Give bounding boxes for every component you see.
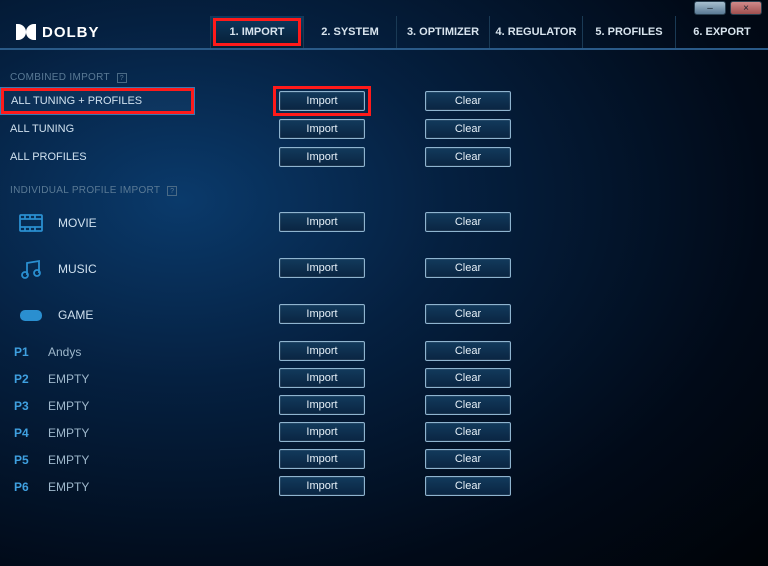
tab-optimizer[interactable]: 3. OPTIMIZER (396, 16, 489, 48)
header: DOLBY 1. IMPORT 2. SYSTEM 3. OPTIMIZER 4… (0, 16, 768, 50)
sidebar-item-label: MUSIC (58, 262, 97, 276)
sidebar-header-individual: INDIVIDUAL PROFILE IMPORT ? (0, 185, 195, 200)
clear-button[interactable]: Clear (425, 341, 511, 361)
sidebar-item-label: ALL TUNING + PROFILES (11, 95, 142, 107)
brand-text: DOLBY (42, 24, 100, 41)
row-p4: Import Clear (279, 418, 768, 445)
clear-button[interactable]: Clear (425, 147, 511, 167)
row-p2: Import Clear (279, 364, 768, 391)
sidebar-item-all-tuning[interactable]: ALL TUNING (0, 115, 195, 143)
profile-label: Andys (48, 345, 81, 359)
game-icon (18, 304, 44, 326)
row-music: Import Clear (279, 245, 768, 291)
clear-button[interactable]: Clear (425, 395, 511, 415)
sidebar-item-label: ALL PROFILES (10, 151, 87, 163)
title-bar: – × (0, 0, 768, 16)
tab-profiles[interactable]: 5. PROFILES (582, 16, 675, 48)
row-p6: Import Clear (279, 472, 768, 499)
clear-button[interactable]: Clear (425, 91, 511, 111)
profile-slot: P6 (14, 480, 36, 494)
sidebar-item-all-tuning-profiles[interactable]: ALL TUNING + PROFILES (0, 87, 195, 115)
row-p1: Import Clear (279, 337, 768, 364)
row-game: Import Clear (279, 291, 768, 337)
clear-button[interactable]: Clear (425, 304, 511, 324)
sidebar-item-label: MOVIE (58, 216, 97, 230)
import-button[interactable]: Import (279, 147, 365, 167)
row-movie: Import Clear (279, 199, 768, 245)
import-button[interactable]: Import (279, 422, 365, 442)
sidebar-profile-p2[interactable]: P2 EMPTY (0, 365, 195, 392)
dolby-mark-icon (16, 24, 36, 40)
sidebar-item-music[interactable]: MUSIC (0, 246, 195, 292)
import-button[interactable]: Import (279, 449, 365, 469)
top-tabs: 1. IMPORT 2. SYSTEM 3. OPTIMIZER 4. REGU… (210, 16, 768, 48)
import-button[interactable]: Import (279, 368, 365, 388)
row-p5: Import Clear (279, 445, 768, 472)
profile-slot: P4 (14, 426, 36, 440)
row-all-tuning: Import Clear (279, 115, 768, 143)
row-all-tuning-profiles: Import Clear (279, 87, 768, 115)
import-button[interactable]: Import (279, 395, 365, 415)
row-p3: Import Clear (279, 391, 768, 418)
clear-button[interactable]: Clear (425, 422, 511, 442)
sidebar-item-game[interactable]: GAME (0, 292, 195, 338)
close-icon: × (743, 3, 749, 14)
import-button[interactable]: Import (279, 258, 365, 278)
profile-slot: P2 (14, 372, 36, 386)
profile-slot: P3 (14, 399, 36, 413)
profile-label: EMPTY (48, 399, 89, 413)
import-button[interactable]: Import (279, 119, 365, 139)
sidebar: COMBINED IMPORT ? ALL TUNING + PROFILES … (0, 50, 195, 566)
music-icon (18, 258, 44, 280)
movie-icon (18, 212, 44, 234)
clear-button[interactable]: Clear (425, 212, 511, 232)
sidebar-profile-p1[interactable]: P1 Andys (0, 338, 195, 365)
clear-button[interactable]: Clear (425, 476, 511, 496)
profile-slot: P5 (14, 453, 36, 467)
sidebar-item-all-profiles[interactable]: ALL PROFILES (0, 143, 195, 171)
clear-button[interactable]: Clear (425, 258, 511, 278)
sidebar-profile-p6[interactable]: P6 EMPTY (0, 473, 195, 500)
profile-label: EMPTY (48, 480, 89, 494)
sidebar-profile-p5[interactable]: P5 EMPTY (0, 446, 195, 473)
import-button[interactable]: Import (279, 91, 365, 111)
sidebar-header-combined: COMBINED IMPORT ? (0, 72, 195, 87)
sidebar-item-movie[interactable]: MOVIE (0, 200, 195, 246)
import-button[interactable]: Import (279, 341, 365, 361)
clear-button[interactable]: Clear (425, 368, 511, 388)
minimize-button[interactable]: – (694, 1, 726, 15)
brand-logo: DOLBY (16, 24, 100, 41)
profile-label: EMPTY (48, 372, 89, 386)
row-all-profiles: Import Clear (279, 143, 768, 171)
sidebar-profile-p4[interactable]: P4 EMPTY (0, 419, 195, 446)
tab-regulator[interactable]: 4. REGULATOR (489, 16, 582, 48)
import-button[interactable]: Import (279, 212, 365, 232)
tab-system[interactable]: 2. SYSTEM (303, 16, 396, 48)
sidebar-profile-p3[interactable]: P3 EMPTY (0, 392, 195, 419)
content: Import Clear Import Clear Import Clear I… (195, 50, 768, 566)
clear-button[interactable]: Clear (425, 449, 511, 469)
profile-slot: P1 (14, 345, 36, 359)
minimize-icon: – (707, 3, 713, 14)
import-button[interactable]: Import (279, 304, 365, 324)
sidebar-item-label: ALL TUNING (10, 123, 74, 135)
main: COMBINED IMPORT ? ALL TUNING + PROFILES … (0, 50, 768, 566)
tab-export[interactable]: 6. EXPORT (675, 16, 768, 48)
help-icon[interactable]: ? (167, 186, 177, 196)
profile-label: EMPTY (48, 453, 89, 467)
close-button[interactable]: × (730, 1, 762, 15)
tab-import[interactable]: 1. IMPORT (210, 16, 303, 48)
profile-label: EMPTY (48, 426, 89, 440)
help-icon[interactable]: ? (117, 73, 127, 83)
sidebar-item-label: GAME (58, 308, 93, 322)
import-button[interactable]: Import (279, 476, 365, 496)
clear-button[interactable]: Clear (425, 119, 511, 139)
